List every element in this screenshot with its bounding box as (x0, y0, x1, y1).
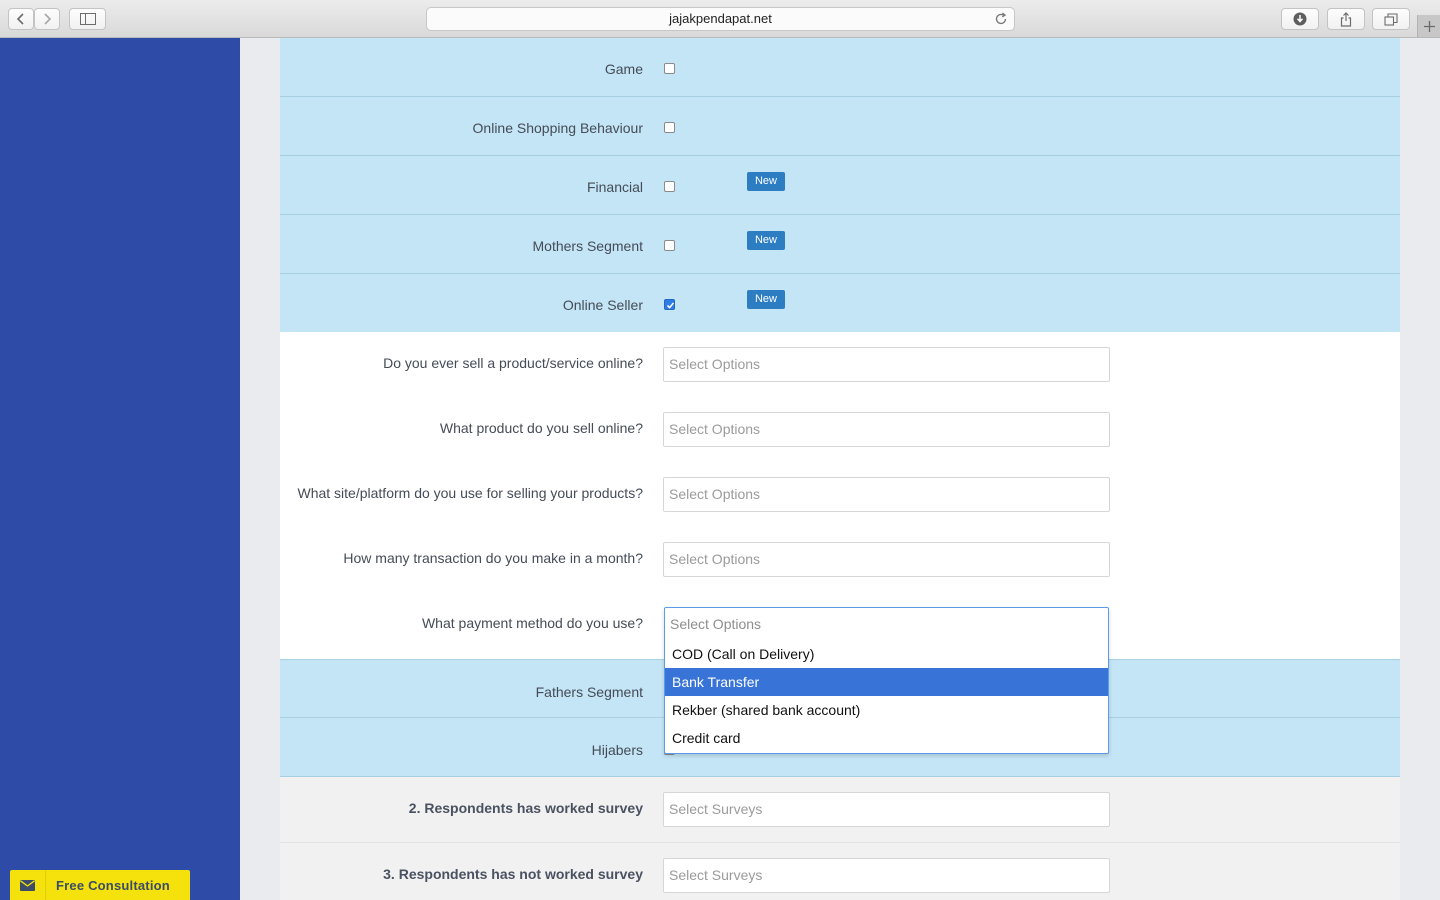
select-placeholder: Select Surveys (669, 867, 763, 883)
sidebar-icon (79, 13, 96, 25)
dropdown-placeholder: Select Options (670, 616, 762, 632)
share-button[interactable] (1327, 8, 1365, 30)
segment-label: Hijabers (591, 742, 643, 758)
segment-label: Online Seller (562, 297, 643, 313)
chevron-left-icon (16, 13, 24, 25)
question-select[interactable]: Select Options (663, 477, 1110, 512)
browser-toolbar: jajakpendapat.net (0, 0, 1440, 38)
select-placeholder: Select Options (669, 356, 761, 372)
new-badge: New (747, 172, 785, 191)
plus-icon (1423, 20, 1435, 32)
new-badge: New (747, 231, 785, 250)
chevron-right-icon (44, 13, 52, 25)
free-consultation-button[interactable]: Free Consultation (10, 870, 190, 900)
select-placeholder: Select Options (669, 486, 761, 502)
segment-row-online-seller: Online Seller New (280, 274, 1400, 332)
question-select[interactable]: Select Options (663, 542, 1110, 577)
dropdown-option[interactable]: Credit card (665, 724, 1108, 752)
share-icon (1340, 11, 1352, 27)
segment-label: Fathers Segment (535, 684, 643, 700)
survey-filter-label: 2. Respondents has worked survey (408, 800, 643, 816)
question-label: Do you ever sell a product/service onlin… (383, 355, 643, 371)
segment-checkbox[interactable] (664, 63, 675, 74)
segment-checkbox[interactable] (664, 181, 675, 192)
url-text: jajakpendapat.net (669, 11, 772, 26)
payment-method-dropdown[interactable]: Select Options COD (Call on Delivery) Ba… (664, 607, 1109, 754)
survey-filter-label: 3. Respondents has not worked survey (383, 866, 643, 882)
question-select[interactable]: Select Options (663, 347, 1110, 382)
question-label: What product do you sell online? (439, 420, 643, 436)
tabs-overview-button[interactable] (1372, 8, 1410, 30)
downloads-button[interactable] (1281, 8, 1319, 30)
question-label: What payment method do you use? (421, 615, 643, 631)
reload-icon[interactable] (994, 11, 1008, 33)
sidebar-toggle-button[interactable] (69, 8, 106, 30)
free-consultation-label: Free Consultation (56, 877, 170, 893)
forward-button[interactable] (34, 8, 60, 30)
respondent-filter-form: Game Online Shopping Behaviour Financial… (280, 38, 1400, 900)
segment-checkbox-checked[interactable] (664, 299, 675, 310)
select-placeholder: Select Surveys (669, 801, 763, 817)
envelope-icon (10, 870, 46, 900)
download-icon (1293, 12, 1307, 26)
select-placeholder: Select Options (669, 421, 761, 437)
survey-select[interactable]: Select Surveys (663, 858, 1110, 893)
address-bar[interactable]: jajakpendapat.net (426, 7, 1015, 31)
segment-label: Game (604, 61, 643, 77)
question-label: What site/platform do you use for sellin… (297, 485, 643, 501)
segment-row-online-shopping: Online Shopping Behaviour (280, 97, 1400, 156)
segment-checkbox[interactable] (664, 122, 675, 133)
segment-checkbox[interactable] (664, 240, 675, 251)
segment-row-financial: Financial New (280, 156, 1400, 215)
segment-row-game: Game (280, 38, 1400, 97)
dropdown-option[interactable]: COD (Call on Delivery) (665, 640, 1108, 668)
new-badge: New (747, 290, 785, 309)
segment-label: Financial (586, 179, 643, 195)
survey-filter-not-worked: 3. Respondents has not worked survey Sel… (280, 843, 1400, 900)
checkmark-icon (666, 302, 675, 309)
segment-row-mothers: Mothers Segment New (280, 215, 1400, 274)
select-placeholder: Select Options (669, 551, 761, 567)
question-select[interactable]: Select Options (663, 412, 1110, 447)
back-button[interactable] (8, 8, 34, 30)
new-tab-button[interactable] (1417, 15, 1440, 37)
left-sidebar (0, 38, 240, 900)
survey-filter-worked: 2. Respondents has worked survey Select … (280, 777, 1400, 843)
question-label: How many transaction do you make in a mo… (343, 550, 643, 566)
survey-select[interactable]: Select Surveys (663, 792, 1110, 827)
dropdown-option[interactable]: Rekber (shared bank account) (665, 696, 1108, 724)
segment-label: Online Shopping Behaviour (472, 120, 643, 136)
tabs-icon (1384, 12, 1398, 26)
segment-label: Mothers Segment (532, 238, 644, 254)
dropdown-option-highlighted[interactable]: Bank Transfer (665, 668, 1108, 696)
